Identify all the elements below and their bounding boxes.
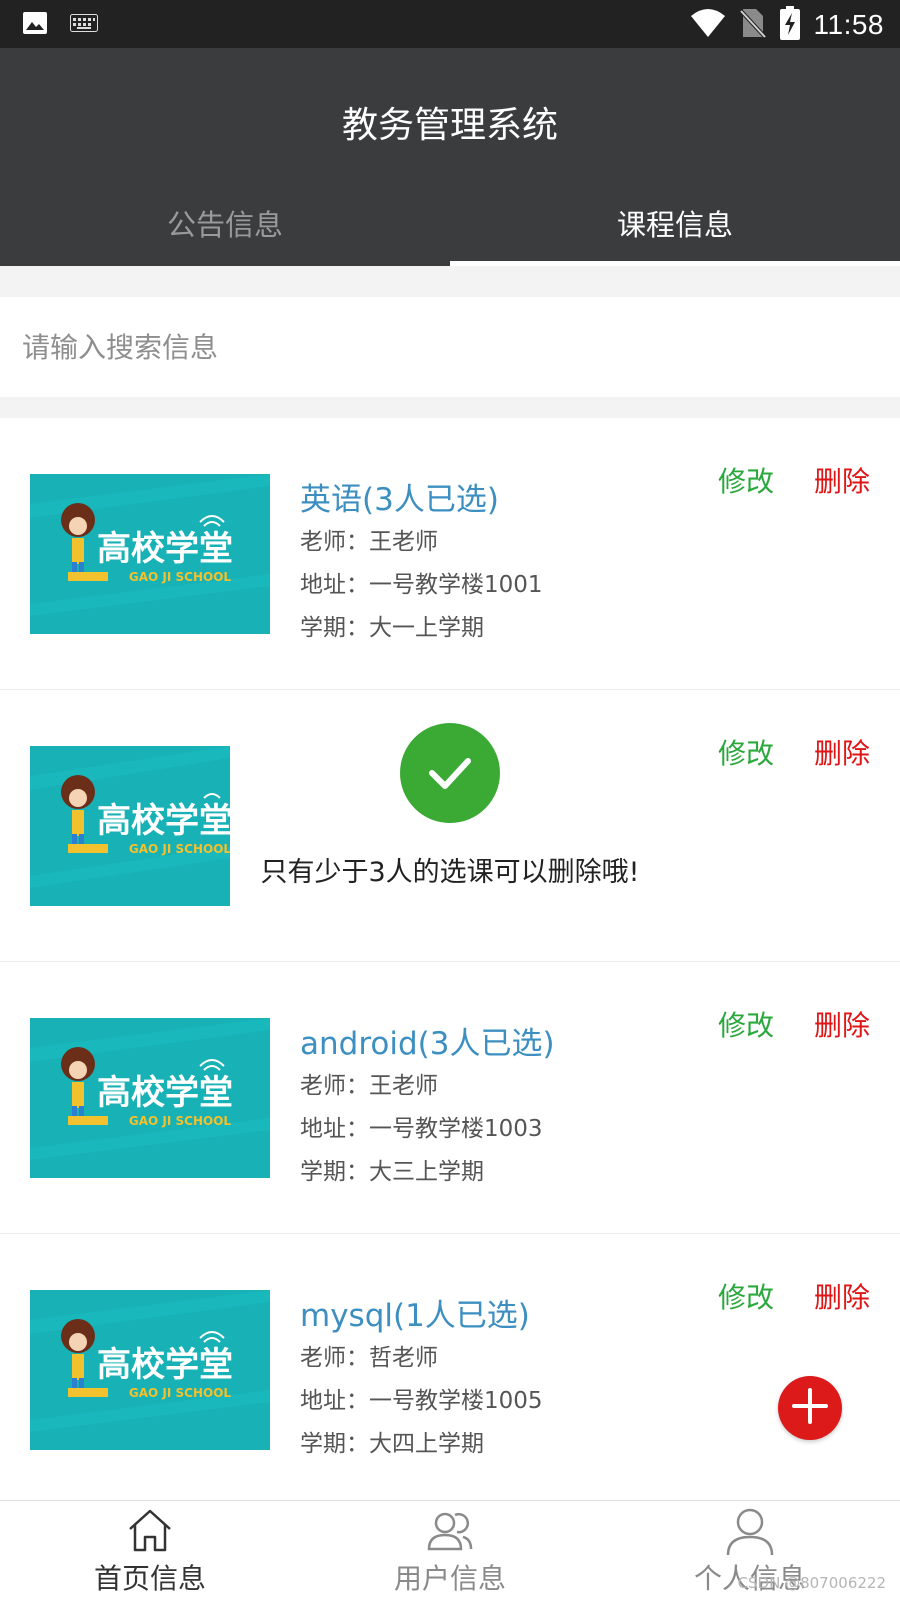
course-row[interactable]: 高校学堂 GAO JI SCHOOL 英语(3人已选) 老师：王老师 地址：一号… (0, 418, 900, 690)
check-circle-icon (400, 723, 500, 823)
edit-button[interactable]: 修改 (718, 1276, 774, 1316)
course-thumbnail: 高校学堂 GAO JI SCHOOL (30, 1290, 270, 1450)
watermark: CSDN @807006222 (737, 1574, 886, 1592)
nav-label-home: 首页信息 (93, 1562, 206, 1595)
plus-icon (790, 1386, 830, 1430)
thumbnail-brand-text: 高校学堂 (97, 1345, 233, 1385)
edit-button[interactable]: 修改 (718, 1004, 774, 1044)
course-name: android(3人已选) (300, 1026, 555, 1062)
toast-message: 只有少于3人的选课可以删除哦! (260, 857, 640, 888)
wifi-icon (690, 8, 726, 42)
course-list: 高校学堂 GAO JI SCHOOL 英语(3人已选) 老师：王老师 地址：一号… (0, 418, 900, 1506)
delete-button[interactable]: 删除 (814, 1276, 870, 1316)
image-icon (22, 11, 48, 39)
thumbnail-brand-text: 高校学堂 (97, 1073, 233, 1113)
course-address: 地址：一号教学楼1003 (300, 1116, 543, 1142)
tab-announcements[interactable]: 公告信息 (0, 200, 450, 266)
users-icon (425, 1507, 475, 1557)
nav-item-users[interactable]: 用户信息 (300, 1501, 600, 1600)
course-term: 学期：大四上学期 (300, 1431, 484, 1457)
home-icon (126, 1507, 174, 1557)
thumbnail-brand-text: 高校学堂 (97, 801, 230, 841)
nav-item-home[interactable]: 首页信息 (0, 1501, 300, 1600)
thumbnail-sub-text: GAO JI SCHOOL (129, 1114, 232, 1128)
nav-label-users: 用户信息 (393, 1562, 506, 1595)
no-sim-icon (739, 7, 766, 43)
delete-button[interactable]: 删除 (814, 460, 870, 500)
edit-button[interactable]: 修改 (718, 732, 774, 772)
tab-courses[interactable]: 课程信息 (450, 200, 900, 266)
course-thumbnail: 高校学堂 GAO JI SCHOOL (30, 746, 230, 906)
add-course-button[interactable] (778, 1376, 842, 1440)
search-bar (0, 297, 900, 397)
thumbnail-sub-text: GAO JI SCHOOL (129, 570, 232, 584)
status-bar: 11:58 (0, 0, 900, 48)
status-time: 11:58 (813, 9, 884, 40)
course-thumbnail: 高校学堂 GAO JI SCHOOL (30, 474, 270, 634)
app-screen: 11:58 教务管理系统 公告信息 课程信息 请输入搜索信息 高校学堂 GAO … (0, 0, 900, 1600)
thumbnail-sub-text: GAO JI SCHOOL (129, 842, 230, 856)
battery-charging-icon (779, 6, 800, 44)
course-teacher: 老师：王老师 (300, 529, 438, 555)
delete-button[interactable]: 删除 (814, 732, 870, 772)
course-thumbnail: 高校学堂 GAO JI SCHOOL (30, 1018, 270, 1178)
course-teacher: 老师：哲老师 (300, 1345, 438, 1371)
course-term: 学期：大一上学期 (300, 615, 484, 641)
course-name: 英语(3人已选) (300, 482, 499, 518)
search-input[interactable] (0, 297, 900, 397)
course-teacher: 老师：王老师 (300, 1073, 438, 1099)
keyboard-icon (70, 14, 98, 36)
course-name: mysql(1人已选) (300, 1298, 530, 1334)
thumbnail-brand-text: 高校学堂 (97, 529, 233, 569)
course-address: 地址：一号教学楼1005 (300, 1388, 543, 1414)
edit-button[interactable]: 修改 (718, 460, 774, 500)
app-title: 教务管理系统 (341, 105, 558, 146)
course-term: 学期：大三上学期 (300, 1159, 484, 1185)
tab-bar: 公告信息 课程信息 (0, 200, 900, 266)
app-bar: 教务管理系统 公告信息 课程信息 (0, 48, 900, 266)
course-row[interactable]: 高校学堂 GAO JI SCHOOL android(3人已选) 老师：王老师 … (0, 962, 900, 1234)
thumbnail-sub-text: GAO JI SCHOOL (129, 1386, 232, 1400)
course-row[interactable]: 高校学堂 GAO JI SCHOOL mysql(1人已选) 老师：哲老师 地址… (0, 1234, 900, 1506)
person-icon (725, 1507, 775, 1561)
delete-button[interactable]: 删除 (814, 1004, 870, 1044)
course-address: 地址：一号教学楼1001 (300, 572, 543, 598)
